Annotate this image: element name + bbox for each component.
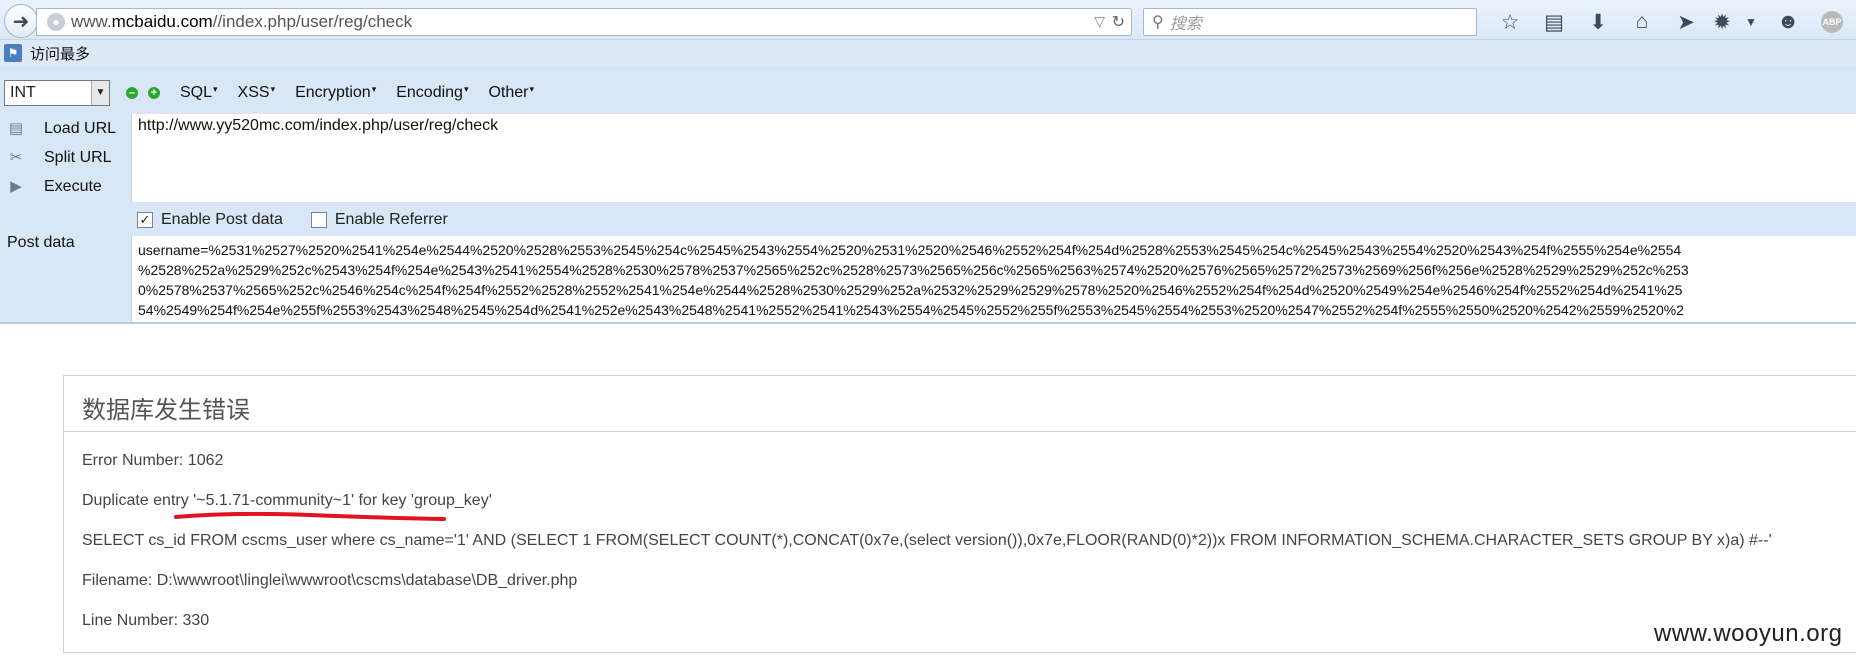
search-input[interactable]: ⚲ 搜索 [1143,8,1477,36]
chevron-down-icon[interactable]: ▼ [1736,15,1766,29]
scissors-icon: ✂ [9,148,23,166]
post-data-line: 0%2578%2537%2565%252c%2546%254c%254f%254… [138,282,1683,298]
bookmark-folder-icon: ⚑ [4,44,22,62]
load-url-button[interactable]: ▤ Load URL [4,114,128,143]
post-data-label: Post data [7,234,75,251]
menu-other[interactable]: Other▾ [488,84,534,102]
post-data-line: 54%2549%254f%254e%255f%2553%2543%2548%25… [138,302,1684,318]
split-url-label: Split URL [44,148,112,166]
home-icon[interactable]: ⌂ [1620,10,1664,34]
play-icon: ▶ [10,177,22,195]
red-underline-annotation [174,512,446,521]
increment-icon[interactable]: + [148,87,160,99]
error-title: 数据库发生错误 [64,376,1856,432]
menu-encoding-label: Encoding [396,84,463,101]
menu-other-label: Other [488,84,529,101]
enable-post-label: Enable Post data [161,211,283,228]
url-textarea[interactable]: http://www.yy520mc.com/index.php/user/re… [131,114,1856,202]
enable-referrer-label: Enable Referrer [334,211,448,228]
split-url-button[interactable]: ✂ Split URL [4,143,128,172]
bookmark-most-visited[interactable]: 访问最多 [30,43,90,64]
menu-xss[interactable]: XSS▾ [238,84,276,102]
chevron-down-icon: ▼ [91,81,109,105]
reading-list-icon[interactable]: ▤ [1532,10,1576,35]
menu-encoding[interactable]: Encoding▾ [396,84,468,102]
abp-badge: ABP [1821,11,1843,33]
db-error-panel: 数据库发生错误 Error Number: 1062 Duplicate ent… [63,375,1856,653]
send-icon[interactable]: ➤ [1664,10,1708,35]
url-value: http://www.yy520mc.com/index.php/user/re… [138,117,499,134]
back-button[interactable]: ➜ [4,4,38,38]
star-icon[interactable]: ☆ [1488,10,1532,35]
search-icon: ⚲ [1152,14,1164,31]
hackbar-panel: INT ▼ – + SQL▾ XSS▾ Encryption▾ Encoding… [0,66,1856,324]
browser-nav-bar: ➜ ● www.mcbaidu.com//index.php/user/reg/… [0,0,1856,40]
menu-xss-label: XSS [237,84,270,101]
duplicate-entry-message: Duplicate entry '~5.1.71-community~1' fo… [82,492,492,509]
hackbar-toolbar: INT ▼ – + SQL▾ XSS▾ Encryption▾ Encoding… [4,80,534,106]
error-filename: Filename: D:\wwwroot\linglei\wwwroot\csc… [82,572,578,589]
download-icon[interactable]: ⬇ [1576,10,1620,35]
smiley-icon[interactable]: ☻ [1766,10,1810,34]
hackbar-actions: ▤ Load URL ✂ Split URL ▶ Execute [4,114,128,201]
error-line-number: Line Number: 330 [82,612,210,629]
back-arrow-icon: ➜ [12,10,30,33]
url-prefix: www. [71,12,112,31]
address-bar[interactable]: ● www.mcbaidu.com//index.php/user/reg/ch… [36,8,1132,36]
url-host: mcbaidu.com [111,12,213,31]
type-select-value: INT [10,84,36,101]
globe-icon: ● [47,13,65,31]
menu-sql-label: SQL [180,84,213,101]
post-data-textarea[interactable]: username=%2531%2527%2520%2541%254e%2544%… [131,236,1856,322]
reload-icon[interactable]: ↻ [1112,12,1125,32]
search-placeholder: 搜索 [1169,16,1202,33]
type-select[interactable]: INT ▼ [4,80,110,106]
menu-encryption-label: Encryption [295,84,371,101]
enable-referrer-checkbox[interactable] [310,212,327,228]
load-url-icon: ▤ [8,119,24,137]
abp-icon[interactable]: ABP [1810,11,1854,33]
menu-encryption[interactable]: Encryption▾ [295,84,376,102]
watermark: www.wooyun.org [1654,620,1843,647]
toolbar-icons: ☆ ▤ ⬇ ⌂ ➤ ✹ ▼ ☻ ABP [1488,8,1854,36]
sql-query: SELECT cs_id FROM cscms_user where cs_na… [82,532,1772,549]
post-data-line: username=%2531%2527%2520%2541%254e%2544%… [138,242,1682,258]
bookmarks-bar: ⚑ 访问最多 [0,40,1856,66]
enable-post-checkbox[interactable]: ✓ [137,212,153,228]
post-data-line: %2528%252a%2529%252c%2543%254f%254e%2543… [138,262,1689,278]
spider-icon[interactable]: ✹ [1708,10,1736,35]
execute-label: Execute [44,177,102,195]
execute-button[interactable]: ▶ Execute [4,172,128,201]
decrement-icon[interactable]: – [126,87,138,99]
menu-sql[interactable]: SQL▾ [180,84,218,102]
error-number: Error Number: 1062 [82,452,224,469]
load-url-label: Load URL [44,119,117,137]
url-path: //index.php/user/reg/check [212,12,413,31]
address-text[interactable]: www.mcbaidu.com//index.php/user/reg/chec… [71,12,412,32]
hackbar-options: ✓ Enable Post data Enable Referrer [137,208,476,232]
url-dropdown-icon[interactable]: ▽ [1094,13,1105,30]
